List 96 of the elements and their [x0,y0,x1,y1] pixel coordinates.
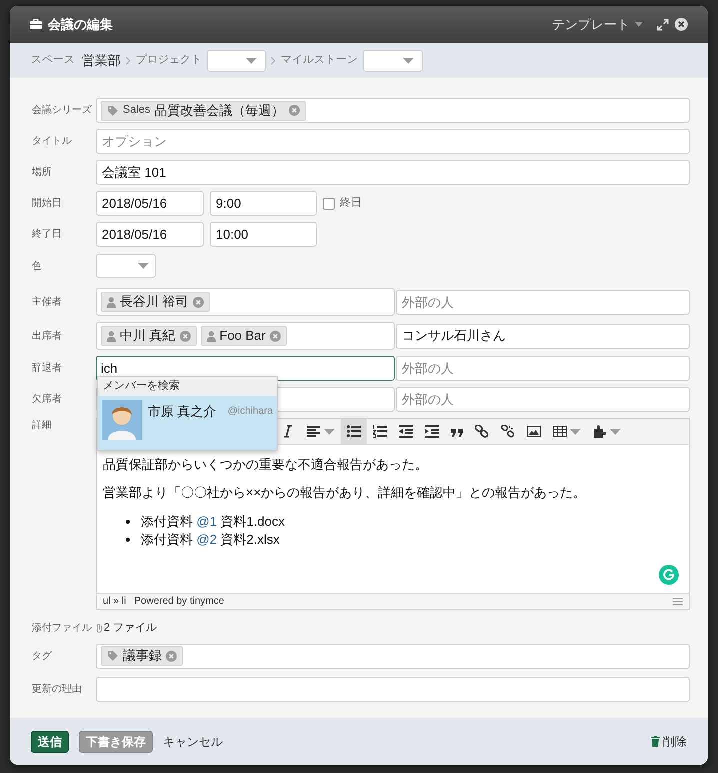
tag-text: 品質改善会議（毎週） [154,102,285,120]
date-field[interactable]: 2018/05/16 [96,191,204,216]
trash-icon [651,736,660,747]
tag-prefix: Sales [123,103,151,118]
bullet [126,520,130,524]
dropdown-caret-icon [403,58,414,64]
caret-icon [610,428,621,434]
field-label: 更新の理由 [32,682,83,696]
table-icon [553,425,567,438]
field-label: 場所 [32,166,53,180]
color-select[interactable] [96,254,156,278]
menu-header: メンバーを検索 [98,377,277,396]
person-icon [107,296,116,308]
italic-icon [281,425,295,438]
numbered-list-icon [373,425,387,438]
breadcrumb-label: プロジェクト [136,52,202,68]
reason-field[interactable] [96,676,690,702]
person-icon [206,330,216,342]
member-name: Foo Bar [220,327,266,346]
series-field[interactable]: Sales 品質改善会議（毎週） [96,98,690,123]
template-menu[interactable]: テンプレート [552,14,643,34]
title-field[interactable]: オプション [96,129,690,154]
location-field[interactable]: 会議室 101 [96,160,690,185]
puzzle-icon [593,425,607,438]
toolbar-button[interactable] [341,419,367,444]
tags-field[interactable]: 議事録 [96,644,690,668]
person-icon [107,330,116,342]
cancel-link[interactable]: キャンセル [163,732,223,750]
field-label: 出席者 [32,330,63,344]
attachments-link[interactable]: 2 ファイル [96,620,158,636]
submit-button[interactable]: 送信 [31,730,69,752]
briefcase-icon [30,19,42,30]
member-name: 中川 真紀 [120,327,176,346]
field-label: 添付ファイル [32,622,93,636]
image-icon [527,425,541,438]
paragraph: 営業部より「〇〇社から××からの報告があり、詳細を確認中」との報告があった。 [103,485,588,501]
grammar-check-icon[interactable] [659,565,679,585]
paragraph: 品質保証部からいくつかの重要な不適合報告があった。 [103,457,429,473]
member-option[interactable]: 市原 真之介 @ichihara [98,396,277,450]
caret-icon [324,428,335,434]
member-handle: @ichihara [228,405,273,419]
member-name: 長谷川 裕司 [120,293,189,312]
time-field[interactable]: 9:00 [210,191,317,216]
powered-by-text: Powered by tinymce [134,595,224,609]
delete-link[interactable]: 削除 [651,732,687,750]
field-label: 会議シリーズ [32,104,93,118]
checkbox[interactable] [323,198,335,210]
link-icon [475,425,489,438]
select-field[interactable] [363,50,423,72]
external-field[interactable]: 外部の人 [396,356,690,381]
dialog-title: 会議の編集 [48,16,113,34]
field-label: タグ [32,650,53,664]
dropdown-caret-icon [246,58,257,64]
space-link[interactable]: 営業部 [82,50,121,70]
list-item: 添付資料 @1 資料1.docx [141,513,285,531]
dropdown-caret-icon [138,263,149,269]
bullet [126,538,130,542]
field-label: 色 [32,260,43,274]
member-name: 市原 真之介 [148,403,217,421]
field-label: 詳細 [32,418,53,433]
select-field[interactable] [207,50,266,72]
field-label: 辞退者 [32,362,63,376]
bullet-list-icon [347,425,361,438]
typed-text: ich [101,360,118,378]
tag-icon [107,650,119,662]
caret-icon [570,428,581,434]
indent-icon [425,425,439,438]
external-field[interactable]: 外部の人 [396,290,690,314]
chevron-icon [271,56,276,64]
field-label: 開始日 [32,197,63,211]
outdent-icon [399,425,413,438]
tag-icon [107,104,119,116]
member-field[interactable]: 長谷川 裕司 [96,288,395,316]
list-item: 添付資料 @2 資料2.xlsx [141,531,280,549]
tag-text: 議事録 [123,647,162,666]
chevron-icon [126,56,131,64]
paperclip-icon [96,623,103,634]
breadcrumb-label: マイルストーン [281,53,358,68]
field-label: 終了日 [32,228,63,242]
unlink-icon [501,425,515,438]
expand-icon[interactable] [657,18,669,30]
external-field[interactable]: コンサル石川さん [396,324,690,348]
field-label: 主催者 [32,296,63,310]
close-icon[interactable] [675,18,688,31]
field-label: タイトル [32,135,73,149]
time-field[interactable]: 10:00 [210,222,317,247]
date-field[interactable]: 2018/05/16 [96,222,204,247]
breadcrumb-label: スペース [31,53,75,68]
checkbox-label: 終日 [340,196,362,212]
element-path: ul » li [103,595,126,609]
align-left-icon [307,425,321,438]
resize-handle-icon[interactable] [673,598,683,606]
field-label: 欠席者 [32,392,63,407]
caret-icon [635,22,643,27]
avatar [102,400,142,440]
external-field[interactable]: 外部の人 [396,387,690,412]
